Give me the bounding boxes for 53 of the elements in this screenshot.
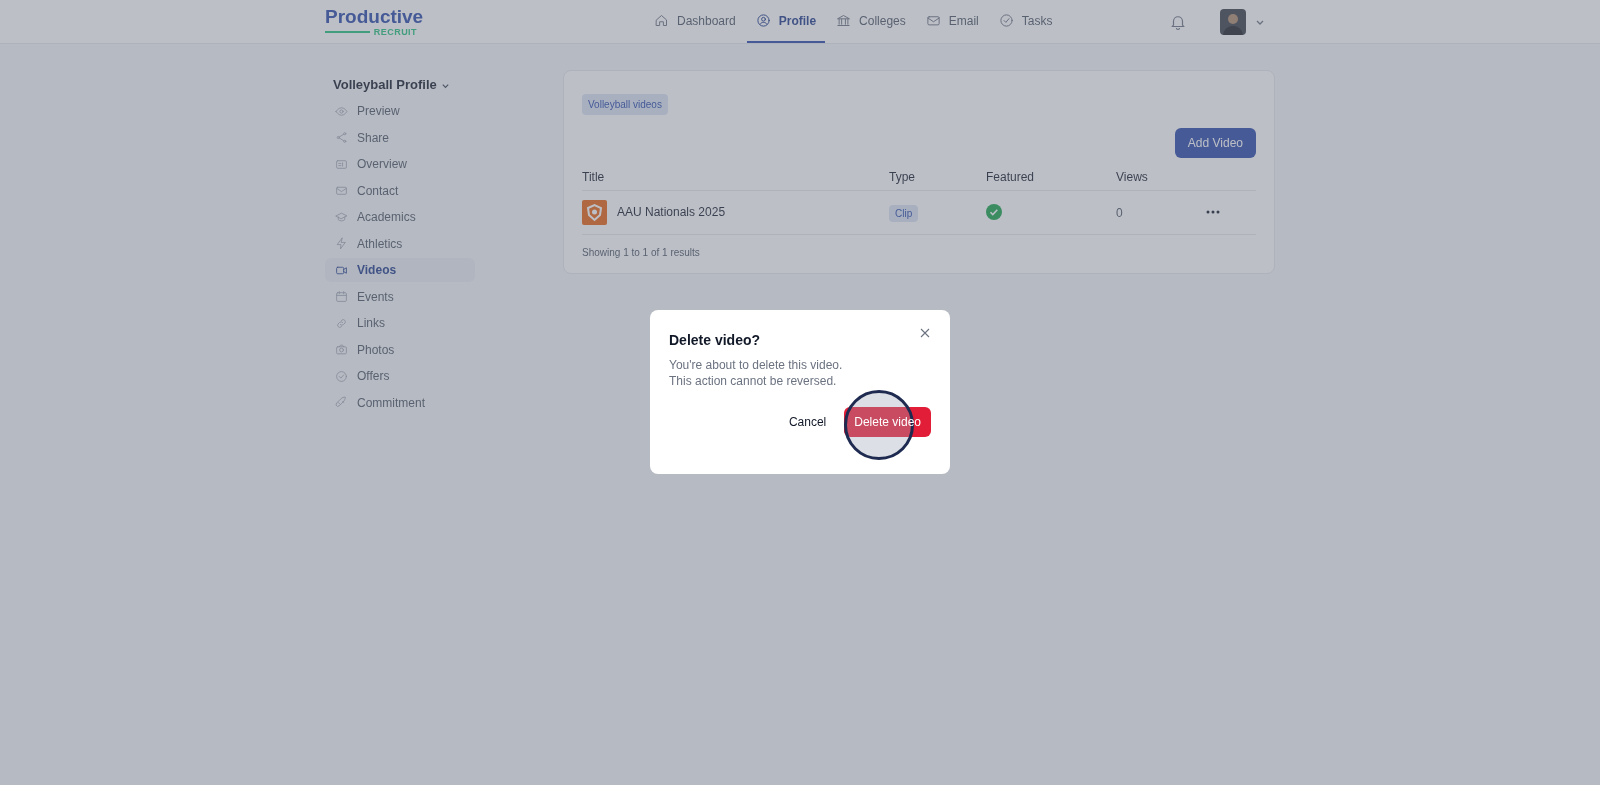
sidebar-item[interactable]: Athletics bbox=[325, 231, 475, 256]
link-icon bbox=[335, 316, 348, 330]
sidebar-item[interactable]: Overview bbox=[325, 152, 475, 176]
envelope-icon bbox=[925, 13, 941, 28]
nav-tab[interactable]: Colleges bbox=[827, 0, 915, 43]
nav-tab[interactable]: Profile bbox=[746, 0, 826, 43]
column-header: Views bbox=[1116, 169, 1148, 184]
check-circle-icon bbox=[335, 369, 348, 383]
more-options-icon[interactable] bbox=[1206, 210, 1220, 214]
logo-wordmark[interactable]: Productive bbox=[325, 6, 645, 27]
dialog-message: This action cannot be reversed. bbox=[669, 373, 838, 389]
sidebar-item[interactable]: Academics bbox=[325, 205, 475, 229]
nav-tab[interactable]: Dashboard bbox=[645, 0, 745, 43]
eye-icon bbox=[335, 104, 348, 118]
camera-icon bbox=[335, 343, 348, 356]
check-circle-icon bbox=[998, 13, 1014, 28]
sidebar-item[interactable]: Photos bbox=[325, 337, 475, 362]
sidebar-item[interactable]: Commitment bbox=[325, 390, 475, 415]
close-icon[interactable] bbox=[920, 328, 930, 338]
lightning-icon bbox=[335, 237, 348, 250]
sidebar-item[interactable]: Contact bbox=[325, 178, 475, 203]
results-summary: Showing 1 to 1 of 1 results bbox=[582, 245, 701, 260]
dialog-message: You're about to delete this video. bbox=[669, 357, 844, 373]
column-header: Type bbox=[889, 169, 915, 184]
graduation-cap-icon bbox=[335, 210, 348, 224]
video-title[interactable]: AAU Nationals 2025 bbox=[617, 203, 726, 221]
home-icon bbox=[654, 13, 669, 28]
sidebar-item[interactable]: Preview bbox=[325, 99, 475, 123]
nav-tab[interactable]: Email bbox=[916, 0, 988, 43]
video-thumbnail bbox=[582, 199, 607, 225]
sidebar-item[interactable]: Offers bbox=[325, 364, 475, 388]
avatar[interactable] bbox=[1220, 8, 1246, 35]
sidebar-item[interactable]: Links bbox=[325, 311, 475, 335]
share-icon bbox=[335, 131, 348, 144]
type-tag: Clip bbox=[889, 205, 919, 222]
bank-icon bbox=[836, 13, 852, 28]
views-count: 0 bbox=[1116, 206, 1123, 220]
sidebar-item[interactable]: Events bbox=[325, 284, 475, 309]
envelope-icon bbox=[335, 184, 348, 197]
cancel-button[interactable]: Cancel bbox=[788, 413, 827, 431]
dialog-title: Delete video? bbox=[669, 331, 761, 350]
column-header: Title bbox=[582, 169, 605, 184]
column-header: Featured bbox=[986, 169, 1035, 184]
sidebar-item[interactable]: Videos bbox=[325, 258, 475, 282]
id-card-icon bbox=[335, 157, 348, 171]
logo-subtitle: RECRUIT bbox=[373, 26, 417, 37]
profile-dropdown[interactable]: Volleyball Profile bbox=[325, 74, 475, 96]
user-circle-icon bbox=[755, 13, 771, 28]
section-tag: Volleyball videos bbox=[582, 94, 668, 115]
calendar-icon bbox=[335, 290, 348, 303]
nav-tab[interactable]: Tasks bbox=[989, 0, 1062, 43]
add-video-button[interactable]: Add Video bbox=[1174, 128, 1256, 158]
sidebar-item[interactable]: Share bbox=[325, 125, 475, 150]
